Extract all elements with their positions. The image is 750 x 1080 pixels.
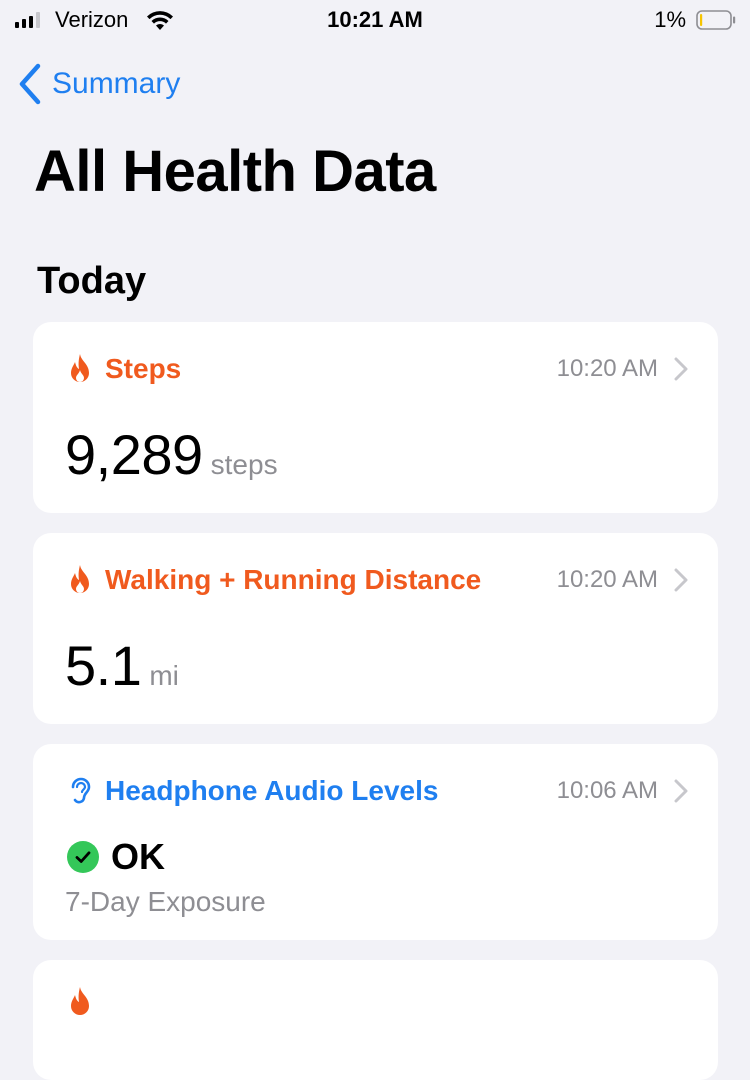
card-title: Headphone Audio Levels bbox=[105, 775, 439, 806]
metric-value: 9,289 bbox=[65, 423, 203, 486]
chevron-left-icon bbox=[19, 63, 41, 105]
status-value: OK bbox=[111, 836, 165, 877]
card-time: 10:20 AM bbox=[556, 566, 658, 593]
chevron-right-icon bbox=[674, 357, 688, 381]
status-bar: Verizon 10:21 AM 1% bbox=[0, 0, 750, 40]
battery-percent: 1% bbox=[654, 7, 686, 32]
chevron-right-icon bbox=[674, 568, 688, 592]
status-subtitle: 7-Day Exposure bbox=[65, 886, 266, 917]
back-button-label: Summary bbox=[52, 67, 181, 100]
next-card-partial[interactable] bbox=[33, 960, 718, 1080]
ear-icon bbox=[71, 777, 91, 804]
steps-card[interactable]: Steps 10:20 AM 9,289 steps bbox=[33, 322, 718, 513]
card-title: Steps bbox=[105, 353, 182, 384]
card-header: Steps 10:20 AM bbox=[67, 352, 688, 386]
page-title: All Health Data bbox=[34, 139, 436, 204]
metric-unit: mi bbox=[149, 660, 179, 691]
back-button[interactable]: Summary bbox=[16, 62, 180, 106]
status-row: OK bbox=[67, 836, 165, 878]
status-time: 10:21 AM bbox=[327, 7, 423, 32]
flame-icon bbox=[71, 987, 89, 1015]
card-title: Walking + Running Distance bbox=[105, 564, 482, 595]
headphone-audio-levels-card[interactable]: Headphone Audio Levels 10:06 AM OK 7-Day… bbox=[33, 744, 718, 940]
chevron-right-icon bbox=[674, 779, 688, 803]
battery-icon bbox=[696, 10, 736, 30]
card-time: 10:20 AM bbox=[556, 355, 658, 382]
walking-running-distance-card[interactable]: Walking + Running Distance 10:20 AM 5.1 … bbox=[33, 533, 718, 724]
card-header: Headphone Audio Levels 10:06 AM bbox=[67, 774, 688, 808]
metric: 5.1 mi bbox=[65, 633, 179, 698]
flame-icon bbox=[71, 565, 89, 593]
checkmark-circle-icon bbox=[67, 841, 99, 873]
flame-icon bbox=[71, 354, 89, 382]
section-title: Today bbox=[37, 260, 147, 302]
card-time: 10:06 AM bbox=[556, 777, 658, 804]
metric-value: 5.1 bbox=[65, 634, 142, 697]
metric-unit: steps bbox=[210, 449, 278, 480]
card-header: Walking + Running Distance 10:20 AM bbox=[67, 563, 688, 597]
metric: 9,289 steps bbox=[65, 422, 278, 487]
